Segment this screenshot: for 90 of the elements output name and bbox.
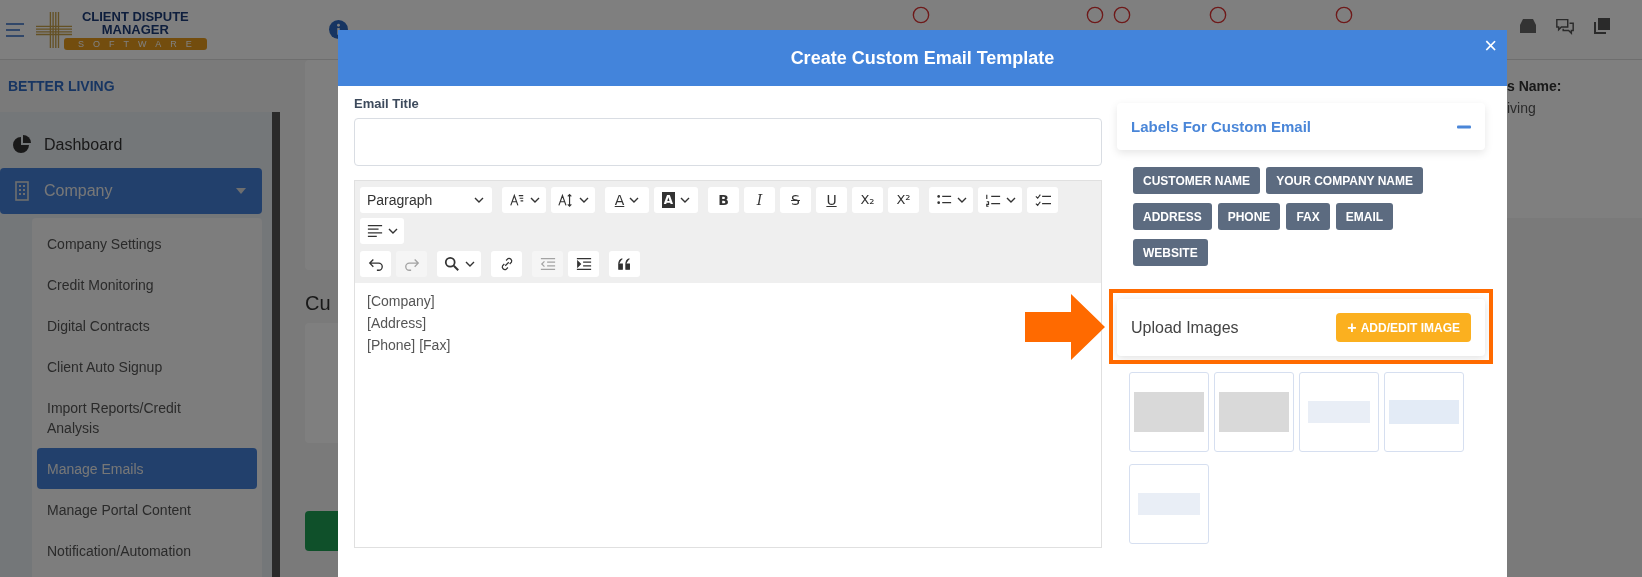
link-button[interactable] — [491, 251, 522, 277]
undo-button[interactable] — [360, 251, 391, 277]
caret-icon — [629, 197, 640, 203]
modal-title: Create Custom Email Template — [790, 47, 1055, 69]
submenu-item[interactable]: Manage Portal Content — [37, 489, 257, 530]
caret-icon — [387, 228, 398, 234]
bold-button[interactable]: B — [708, 187, 739, 213]
text-line: [Company] — [367, 292, 436, 311]
redo-icon — [403, 256, 420, 272]
menu-icon[interactable] — [6, 22, 24, 37]
sidebar-item[interactable]: Dashboard — [0, 122, 262, 168]
image-thumbnail[interactable] — [1214, 372, 1294, 452]
indent-icon — [575, 256, 592, 272]
submenu-item[interactable]: Company Settings — [37, 223, 257, 264]
numbered-list-button[interactable] — [978, 187, 1022, 213]
undo-icon — [367, 256, 384, 272]
checklist-button[interactable] — [1027, 187, 1058, 213]
submenu-item[interactable]: Notification/Automation — [37, 530, 257, 571]
underline-button[interactable]: U — [816, 187, 847, 213]
quote-icon — [616, 256, 633, 272]
label-tag[interactable]: CUSTOMER NAME — [1133, 167, 1261, 194]
quote-button[interactable] — [609, 251, 640, 277]
badge-icon — [1208, 6, 1227, 24]
caret-icon — [464, 261, 475, 267]
caret-icon — [236, 188, 246, 194]
text-line: [Address] — [367, 314, 428, 333]
superscript-button[interactable]: X² — [888, 187, 919, 213]
logo-tagline: SOFTWARE — [64, 37, 207, 50]
caret-icon — [529, 197, 540, 203]
caret-icon — [474, 197, 484, 203]
badge-icon — [1085, 6, 1104, 24]
account-name: BETTER LIVING — [0, 60, 280, 112]
logo-text: CLIENT DISPUTE — [81, 9, 189, 23]
strikethrough-button[interactable]: S — [780, 187, 811, 213]
field-value: iving — [1507, 100, 1537, 116]
image-thumbnail[interactable] — [1129, 372, 1209, 452]
search-icon — [443, 256, 460, 272]
align-left-button[interactable] — [360, 218, 404, 244]
section-heading: Cu — [305, 292, 331, 315]
card-title: Upload Images — [1131, 318, 1239, 337]
outdent-icon — [539, 256, 556, 272]
label-tag[interactable]: YOUR COMPANY NAME — [1266, 167, 1424, 194]
image-thumbnail[interactable] — [1299, 372, 1379, 452]
numbered-list-icon — [984, 192, 1001, 208]
label-tag[interactable]: FAX — [1286, 203, 1330, 230]
italic-button[interactable]: I — [744, 187, 775, 213]
caret-icon — [1005, 197, 1016, 203]
image-thumbnail[interactable] — [1384, 372, 1464, 452]
badge-icon — [1112, 6, 1131, 24]
field-label: Email Title — [354, 96, 420, 111]
label-tag[interactable]: PHONE — [1217, 203, 1281, 230]
paragraph-dropdown[interactable]: Paragraph — [360, 187, 492, 213]
field-label: s Name: — [1507, 78, 1563, 94]
submenu-item[interactable]: Digital Contracts — [37, 305, 257, 346]
caret-icon — [956, 197, 967, 203]
screenshot-placeholder — [1389, 400, 1459, 424]
indent-button[interactable] — [568, 251, 599, 277]
badge-icon — [1334, 6, 1353, 24]
image-placeholder — [1219, 392, 1289, 432]
building-icon — [12, 181, 32, 201]
pie-chart-icon — [12, 135, 32, 155]
label-tag[interactable]: EMAIL — [1335, 203, 1394, 230]
text-line: [Phone] [Fax] — [367, 336, 452, 355]
align-left-icon — [366, 223, 383, 239]
font-size-icon — [508, 192, 525, 208]
font-size-button[interactable] — [502, 187, 546, 213]
card-title: Labels For Custom Email — [1131, 118, 1312, 135]
image-thumbnail[interactable] — [1129, 464, 1209, 544]
search-button[interactable] — [437, 251, 481, 277]
subscript-button[interactable]: X₂ — [852, 187, 883, 213]
line-height-button[interactable] — [551, 187, 595, 213]
logo-text: MANAGER — [101, 22, 169, 36]
image-placeholder — [1134, 392, 1204, 432]
close-button[interactable]: × — [1480, 36, 1501, 56]
arrow-annotation-icon — [1025, 294, 1105, 360]
bulleted-list-button[interactable] — [929, 187, 973, 213]
email-title-field[interactable] — [354, 118, 1102, 166]
caret-icon — [680, 197, 691, 203]
copy-icon[interactable] — [1592, 15, 1612, 36]
font-color-button[interactable]: A — [605, 187, 649, 213]
submenu-item[interactable]: Credit Monitoring — [37, 264, 257, 305]
submenu-item[interactable]: Client Auto Signup — [37, 346, 257, 387]
checklist-icon — [1034, 192, 1051, 208]
label-tag[interactable]: WEBSITE — [1133, 239, 1208, 266]
line-height-icon — [557, 192, 574, 208]
label-tag[interactable]: ADDRESS — [1133, 203, 1212, 230]
highlight-button[interactable]: A — [654, 187, 698, 213]
badge-icon — [911, 6, 930, 24]
caret-icon — [578, 197, 589, 203]
submenu-item[interactable]: Import Reports/Credit Analysis — [37, 387, 257, 448]
